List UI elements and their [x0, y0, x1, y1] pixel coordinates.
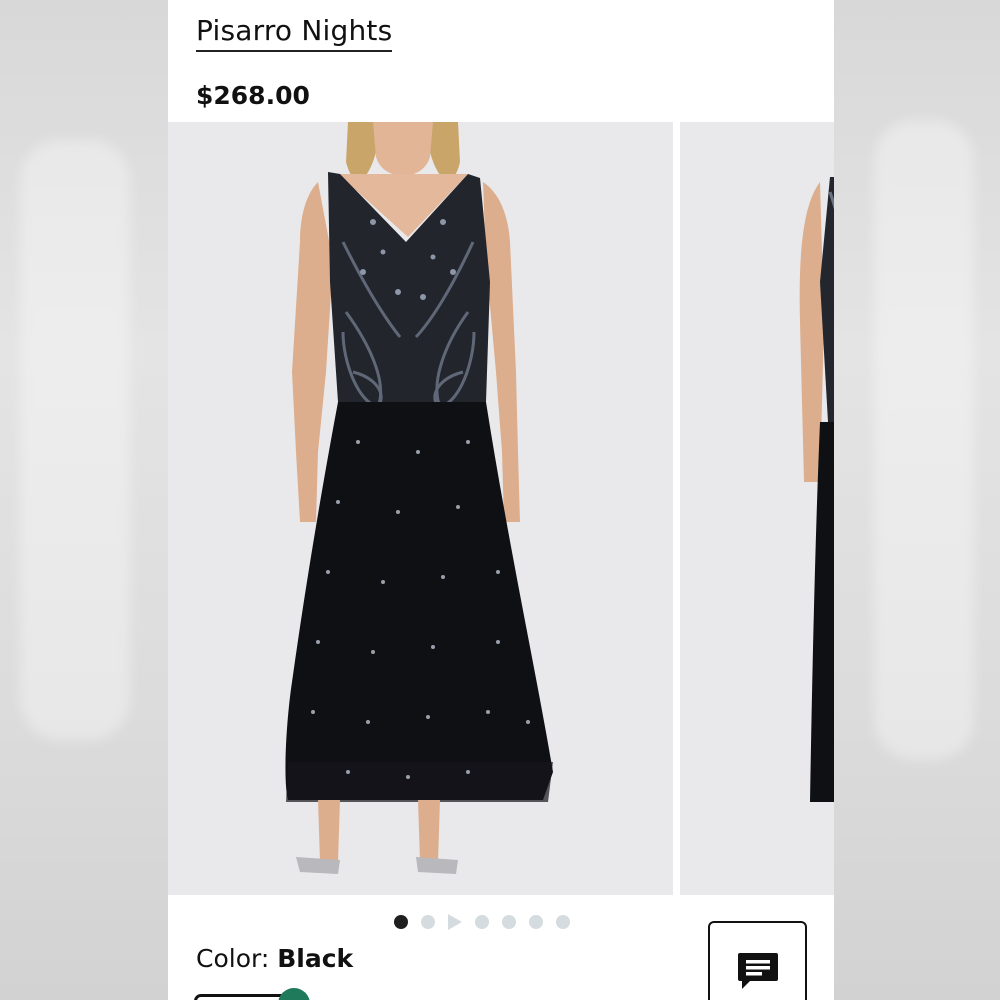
product-image-side[interactable] — [680, 122, 834, 895]
product-page: Pisarro Nights $268.00 Color: Black — [168, 0, 834, 1000]
selected-check-badge — [278, 988, 310, 1000]
image-carousel[interactable] — [168, 122, 834, 895]
pager-dot-5[interactable] — [502, 915, 516, 929]
chat-button[interactable] — [708, 921, 807, 1000]
color-label: Color: — [196, 944, 270, 973]
product-image-front[interactable] — [168, 122, 673, 895]
color-selection: Color: Black — [196, 942, 353, 976]
backdrop-right — [834, 0, 1000, 1000]
pager-dot-2[interactable] — [421, 915, 435, 929]
pager-dot-1[interactable] — [394, 915, 408, 929]
brand-link[interactable]: Pisarro Nights — [196, 14, 393, 52]
pager-dot-4[interactable] — [475, 915, 489, 929]
product-price: $268.00 — [196, 81, 310, 110]
play-icon[interactable] — [448, 914, 462, 930]
chat-icon — [737, 953, 778, 989]
dress-photo-front — [168, 122, 673, 895]
pager-dot-6[interactable] — [529, 915, 543, 929]
pager-dot-7[interactable] — [556, 915, 570, 929]
backdrop-left — [0, 0, 168, 1000]
color-value: Black — [277, 944, 354, 973]
carousel-pager[interactable] — [394, 913, 570, 931]
dress-photo-side — [680, 122, 834, 895]
